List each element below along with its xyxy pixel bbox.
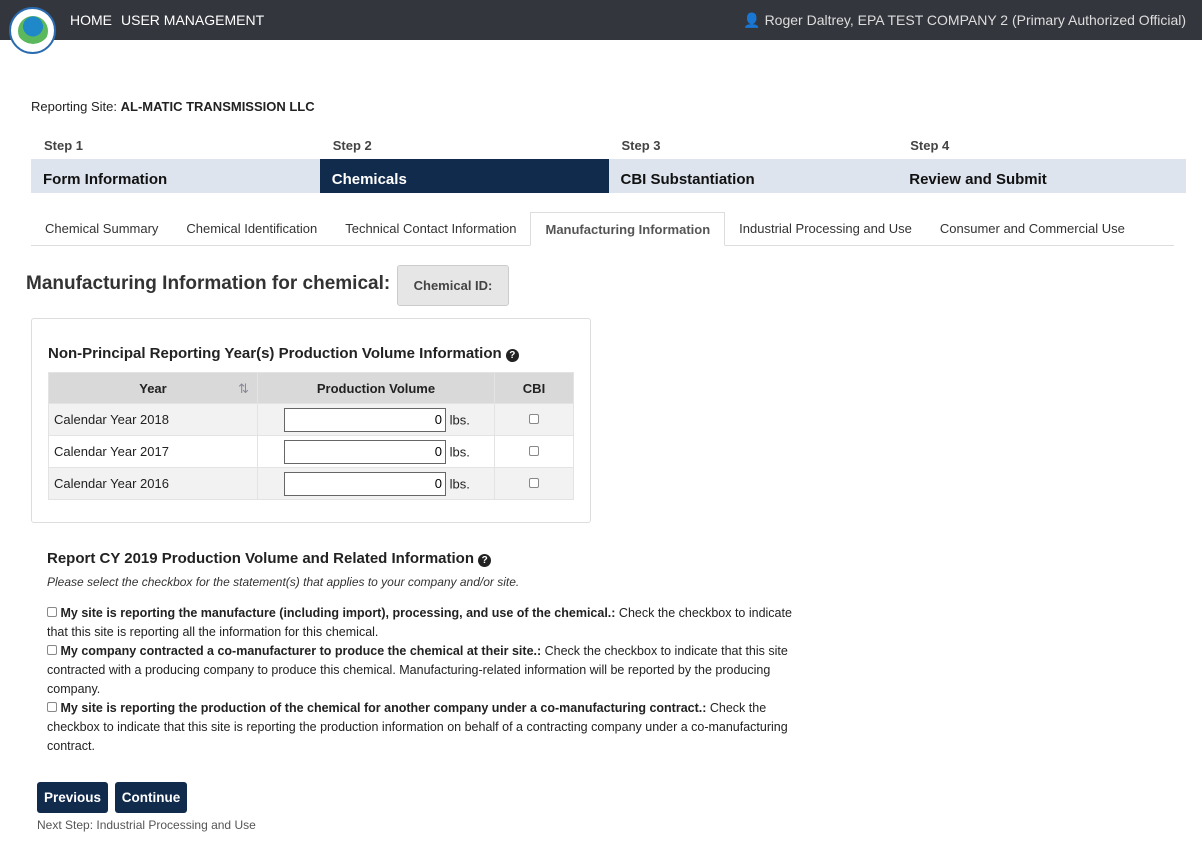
nav-home[interactable]: HOME: [70, 12, 112, 28]
site-name: AL-MATIC TRANSMISSION LLC: [120, 99, 315, 114]
user-menu[interactable]: 👤 Roger Daltrey, EPA TEST COMPANY 2 (Pri…: [743, 12, 1186, 29]
year-cell: Calendar Year 2018: [48, 403, 258, 436]
statement-2: My company contracted a co-manufacturer …: [47, 644, 788, 696]
statement-checkbox[interactable]: [47, 645, 57, 655]
statement-checkbox[interactable]: [47, 702, 57, 712]
unit-label: lbs.: [449, 476, 470, 491]
tab-chemical-identification[interactable]: Chemical Identification: [172, 212, 331, 245]
wizard-steps: Step 1 Form Information Step 2 Chemicals S…: [31, 138, 1186, 193]
tab-technical-contact[interactable]: Technical Contact Information: [331, 212, 530, 245]
chemical-id-badge: Chemical ID:: [397, 265, 509, 306]
statement-1: My site is reporting the manufacture (in…: [47, 606, 792, 639]
step-title: Review and Submit: [897, 159, 1186, 193]
column-production-volume: Production Volume: [257, 372, 495, 404]
column-cbi: CBI: [494, 372, 574, 404]
production-volume-input[interactable]: [284, 439, 446, 464]
tab-chemical-summary[interactable]: Chemical Summary: [31, 212, 172, 245]
previous-button[interactable]: Previous: [37, 782, 108, 813]
step-4[interactable]: Step 4 Review and Submit: [897, 138, 1186, 193]
page-title: Manufacturing Information for chemical:: [26, 273, 391, 294]
epa-logo[interactable]: [9, 7, 56, 54]
step-number: Step 3: [621, 138, 661, 153]
panel-title: Non-Principal Reporting Year(s) Producti…: [48, 345, 519, 362]
top-navbar: HOME USER MANAGEMENT 👤 Roger Daltrey, EP…: [0, 0, 1202, 54]
table-row: Calendar Year 2018 lbs.: [48, 403, 574, 436]
statement-3: My site is reporting the production of t…: [47, 701, 788, 753]
sort-icon[interactable]: ⇅: [238, 381, 249, 397]
help-icon[interactable]: ?: [478, 554, 492, 567]
step-title: Chemicals: [319, 159, 609, 193]
step-2[interactable]: Step 2 Chemicals: [319, 138, 609, 193]
production-volume-table: Year ⇅ Production Volume CBI Calendar Yea…: [48, 372, 574, 500]
cbi-checkbox[interactable]: [529, 446, 539, 456]
report-title: Report CY 2019 Production Volume and Rel…: [47, 550, 797, 567]
statement-checkbox[interactable]: [47, 607, 57, 617]
column-year[interactable]: Year ⇅: [48, 372, 258, 404]
table-row: Calendar Year 2016 lbs.: [48, 467, 574, 500]
step-title: CBI Substantiation: [608, 159, 898, 193]
report-section: Report CY 2019 Production Volume and Rel…: [47, 550, 797, 756]
step-3[interactable]: Step 3 CBI Substantiation: [608, 138, 898, 193]
tab-consumer-commercial[interactable]: Consumer and Commercial Use: [926, 212, 1139, 245]
user-icon: 👤: [743, 12, 761, 28]
table-row: Calendar Year 2017 lbs.: [48, 435, 574, 468]
help-icon[interactable]: ?: [505, 349, 519, 362]
nav-user-management[interactable]: USER MANAGEMENT: [121, 12, 264, 28]
production-volume-panel: Non-Principal Reporting Year(s) Producti…: [31, 318, 591, 523]
site-label: Reporting Site:: [31, 99, 117, 114]
next-step-text: Next Step: Industrial Processing and Use: [37, 818, 256, 832]
unit-label: lbs.: [449, 412, 470, 427]
tab-manufacturing-information[interactable]: Manufacturing Information: [530, 212, 726, 246]
step-1[interactable]: Step 1 Form Information: [31, 138, 320, 193]
step-number: Step 2: [332, 138, 372, 153]
user-name: Roger Daltrey, EPA TEST COMPANY 2 (Prima…: [764, 12, 1186, 28]
cbi-checkbox[interactable]: [529, 478, 539, 488]
continue-button[interactable]: Continue: [115, 782, 187, 813]
step-number: Step 4: [910, 138, 950, 153]
year-cell: Calendar Year 2017: [48, 435, 258, 468]
tab-industrial-processing[interactable]: Industrial Processing and Use: [725, 212, 926, 245]
reporting-site: Reporting Site: AL-MATIC TRANSMISSION LL…: [31, 99, 315, 114]
step-title: Form Information: [31, 159, 320, 193]
unit-label: lbs.: [449, 444, 470, 459]
year-cell: Calendar Year 2016: [48, 467, 258, 500]
cbi-checkbox[interactable]: [529, 414, 539, 424]
section-tabs: Chemical Summary Chemical Identification…: [31, 212, 1174, 246]
report-hint: Please select the checkbox for the state…: [47, 575, 520, 589]
production-volume-input[interactable]: [284, 407, 446, 432]
production-volume-input[interactable]: [284, 471, 446, 496]
step-number: Step 1: [44, 138, 84, 153]
